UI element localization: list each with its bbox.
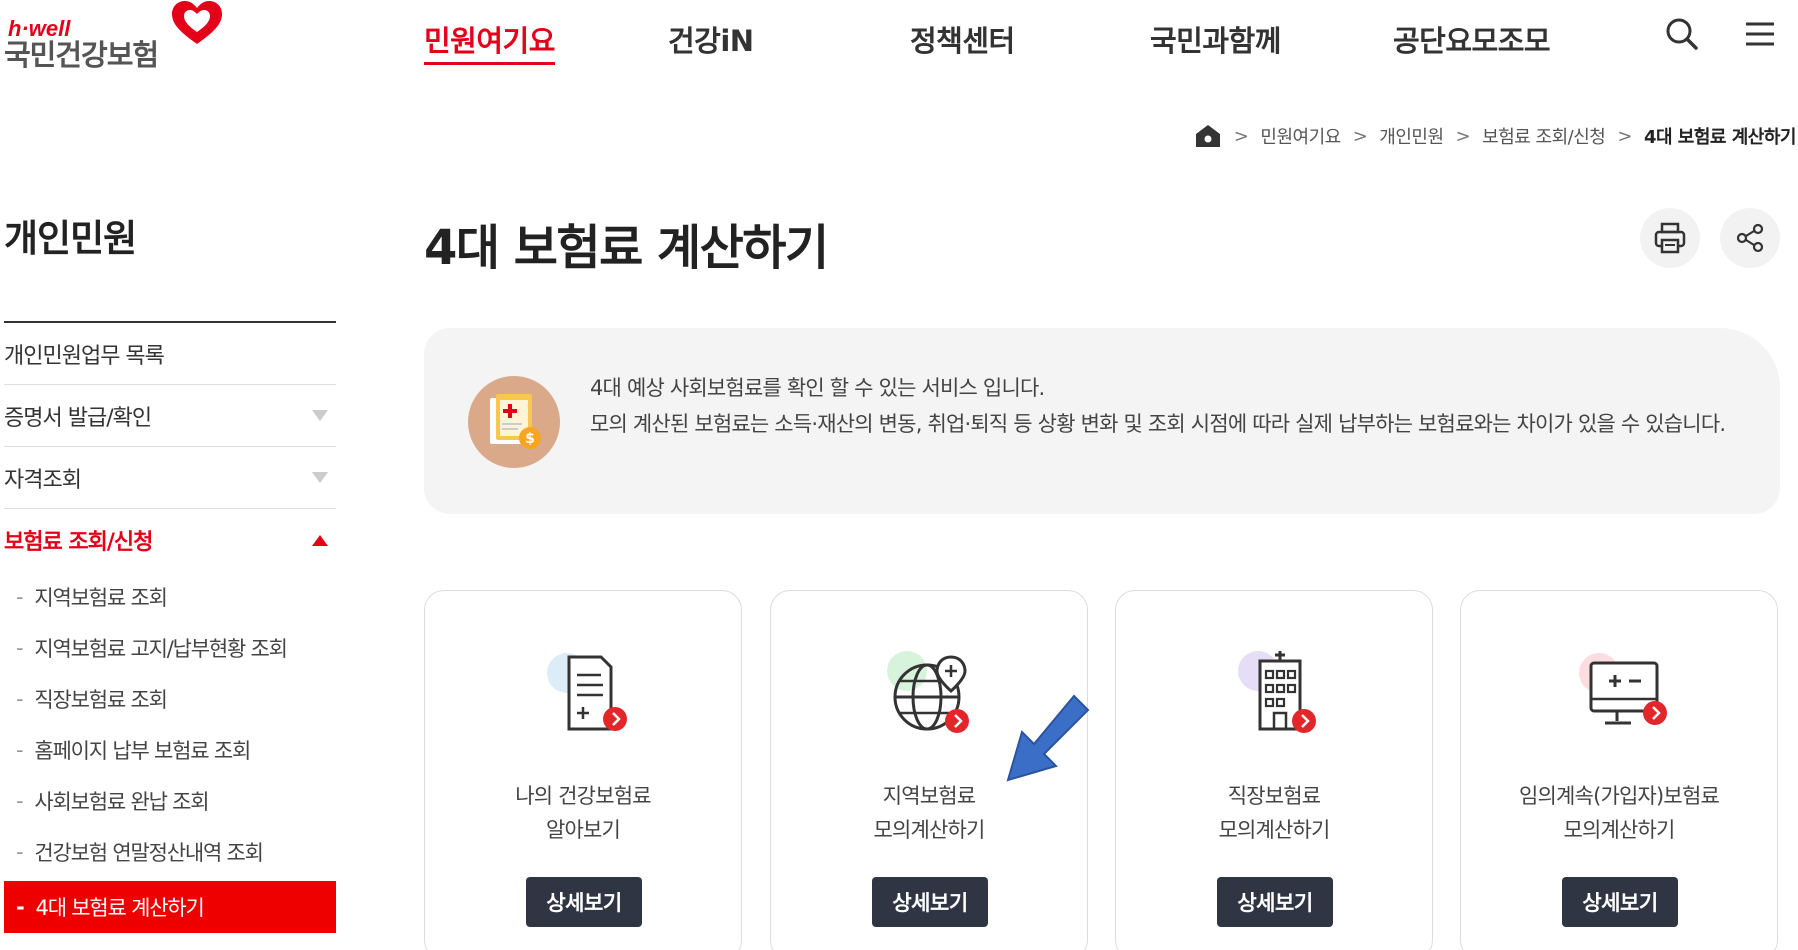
sidebar-submenu: - 지역보험료 조회 - 지역보험료 고지/납부현황 조회 - 직장보험료 조회 -홈… bbox=[4, 571, 336, 933]
svg-text:$: $ bbox=[525, 431, 535, 447]
submenu-item-regional-billing[interactable]: - 지역보험료 고지/납부현황 조회 bbox=[4, 622, 336, 673]
sidebar-item-label: 보험료 조회/신청 bbox=[4, 530, 153, 555]
nav-with-citizens[interactable]: 국민과함께 bbox=[1150, 18, 1281, 60]
print-button[interactable] bbox=[1640, 208, 1700, 268]
detail-button[interactable]: 상세보기 bbox=[1217, 877, 1333, 927]
card-label-line: 나의 건강보험료 bbox=[515, 784, 651, 808]
card-label-line: 알아보기 bbox=[545, 818, 621, 842]
sidebar-title: 개인민원 bbox=[4, 217, 137, 260]
card-label: 지역보험료 모의계산하기 bbox=[771, 779, 1087, 847]
submenu-label: 건강보험 연말정산내역 조회 bbox=[34, 840, 264, 865]
heart-icon bbox=[172, 1, 222, 44]
card-label: 직장보험료 모의계산하기 bbox=[1116, 779, 1432, 847]
submenu-label: 지역보험료 조회 bbox=[34, 585, 168, 610]
detail-button[interactable]: 상세보기 bbox=[872, 877, 988, 927]
card-label-line: 모의계산하기 bbox=[873, 818, 985, 842]
submenu-label: 직장보험료 조회 bbox=[34, 687, 168, 712]
breadcrumb-item[interactable]: 보험료 조회/신청 bbox=[1482, 123, 1606, 149]
sidebar-menu: 개인민원업무 목록 증명서 발급/확인 자격조회 보험료 조회/신청 - 지역보험… bbox=[4, 323, 336, 933]
submenu-item-web-payment[interactable]: - 홈페이지 납부 보험료 조회 bbox=[4, 724, 336, 775]
info-text: 4대 예상 사회보험료를 확인 할 수 있는 서비스 입니다. 모의 계산된 보… bbox=[590, 370, 1750, 442]
nav-health-in[interactable]: 건강iN bbox=[668, 18, 754, 60]
globe-icon bbox=[887, 651, 969, 733]
dash-icon: - bbox=[16, 895, 25, 919]
nav-label: 민원여기요 bbox=[424, 24, 555, 58]
info-box: $ 4대 예상 사회보험료를 확인 할 수 있는 서비스 입니다. 모의 계산된… bbox=[424, 328, 1780, 514]
sidebar-item-label: 증명서 발급/확인 bbox=[4, 405, 152, 431]
card-workplace-premium[interactable]: 직장보험료 모의계산하기 상세보기 bbox=[1115, 590, 1433, 950]
card-label: 임의계속(가입자)보험료 모의계산하기 bbox=[1461, 779, 1777, 847]
submenu-item-year-end[interactable]: - 건강보험 연말정산내역 조회 bbox=[4, 826, 336, 877]
share-icon bbox=[1736, 223, 1764, 253]
breadcrumb-separator: > bbox=[1455, 125, 1471, 147]
triangle-down-icon bbox=[312, 410, 328, 421]
breadcrumb: > 민원여기요 > 개인민원 > 보험료 조회/신청 > 4대 보험료 계산하기 bbox=[1194, 123, 1797, 149]
breadcrumb-separator: > bbox=[1617, 125, 1632, 147]
nav-about-nhis[interactable]: 공단요모조모 bbox=[1393, 18, 1551, 60]
card-label: 나의 건강보험료 알아보기 bbox=[425, 779, 741, 847]
triangle-down-icon bbox=[312, 472, 328, 483]
breadcrumb-item[interactable]: 개인민원 bbox=[1379, 123, 1444, 149]
info-line: 모의 계산된 보험료는 소득·재산의 변동, 취업·퇴직 등 상황 변화 및 조… bbox=[590, 412, 1726, 436]
dash-icon: - bbox=[16, 839, 24, 864]
card-label-line: 직장보험료 bbox=[1227, 784, 1321, 808]
sidebar-item-label: 자격조회 bbox=[4, 467, 82, 493]
logo-name-text: 국민건강보험 bbox=[4, 38, 159, 72]
nav-minwon[interactable]: 민원여기요 bbox=[424, 18, 555, 65]
card-label-line: 지역보험료 bbox=[882, 784, 976, 808]
submenu-item-calculator[interactable]: -4대 보험료 계산하기 bbox=[4, 881, 336, 933]
dash-icon: - bbox=[16, 788, 24, 813]
logo[interactable]: h·well 국민건강보험 bbox=[4, 0, 224, 72]
submenu-label: 홈페이지 납부 보험료 조회 bbox=[34, 738, 251, 763]
submenu-item-full-payment[interactable]: - 사회보험료 완납 조회 bbox=[4, 775, 336, 826]
card-label-line: 모의계산하기 bbox=[1563, 818, 1675, 842]
info-line: 4대 예상 사회보험료를 확인 할 수 있는 서비스 입니다. bbox=[590, 376, 1045, 400]
dash-icon: - bbox=[16, 686, 24, 711]
submenu-item-regional-premium[interactable]: - 지역보험료 조회 bbox=[4, 571, 336, 622]
card-label-line: 임의계속(가입자)보험료 bbox=[1519, 784, 1720, 808]
sidebar-item-premium[interactable]: 보험료 조회/신청 bbox=[4, 509, 336, 571]
building-icon bbox=[1238, 651, 1316, 733]
document-icon bbox=[547, 653, 627, 731]
home-icon[interactable] bbox=[1194, 123, 1222, 149]
sidebar-item-label: 개인민원업무 목록 bbox=[4, 343, 165, 369]
dash-icon: - bbox=[16, 635, 24, 660]
card-label-line: 모의계산하기 bbox=[1218, 818, 1330, 842]
submenu-item-workplace-premium[interactable]: - 직장보험료 조회 bbox=[4, 673, 336, 724]
breadcrumb-item[interactable]: 민원여기요 bbox=[1260, 123, 1341, 149]
sidebar-item-eligibility[interactable]: 자격조회 bbox=[4, 447, 336, 509]
breadcrumb-separator: > bbox=[1233, 125, 1249, 147]
sidebar-item-civil-list[interactable]: 개인민원업무 목록 bbox=[4, 323, 336, 385]
submenu-label: 지역보험료 고지/납부현황 조회 bbox=[34, 636, 288, 661]
search-icon[interactable] bbox=[1662, 14, 1702, 54]
card-voluntary-premium[interactable]: 임의계속(가입자)보험료 모의계산하기 상세보기 bbox=[1460, 590, 1778, 950]
calculator-monitor-icon bbox=[1579, 653, 1667, 725]
triangle-up-icon bbox=[312, 534, 328, 546]
card-my-premium[interactable]: 나의 건강보험료 알아보기 상세보기 bbox=[424, 590, 742, 950]
detail-button[interactable]: 상세보기 bbox=[526, 877, 642, 927]
annotation-arrow-icon bbox=[1006, 694, 1090, 782]
dash-icon: - bbox=[16, 584, 24, 609]
submenu-label: 4대 보험료 계산하기 bbox=[35, 896, 205, 920]
detail-button[interactable]: 상세보기 bbox=[1562, 877, 1678, 927]
print-icon bbox=[1654, 222, 1686, 254]
breadcrumb-current: 4대 보험료 계산하기 bbox=[1643, 127, 1797, 148]
sidebar-item-certificates[interactable]: 증명서 발급/확인 bbox=[4, 385, 336, 447]
breadcrumb-separator: > bbox=[1352, 125, 1368, 147]
share-button[interactable] bbox=[1720, 208, 1780, 268]
menu-icon[interactable] bbox=[1740, 14, 1780, 54]
insurance-document-icon: $ bbox=[468, 376, 560, 468]
nav-policy-center[interactable]: 정책센터 bbox=[910, 18, 1015, 60]
submenu-label: 사회보험료 완납 조회 bbox=[34, 789, 209, 814]
dash-icon: - bbox=[16, 737, 24, 762]
nav-active-underline bbox=[424, 62, 555, 65]
page-title: 4대 보험료 계산하기 bbox=[424, 220, 829, 276]
